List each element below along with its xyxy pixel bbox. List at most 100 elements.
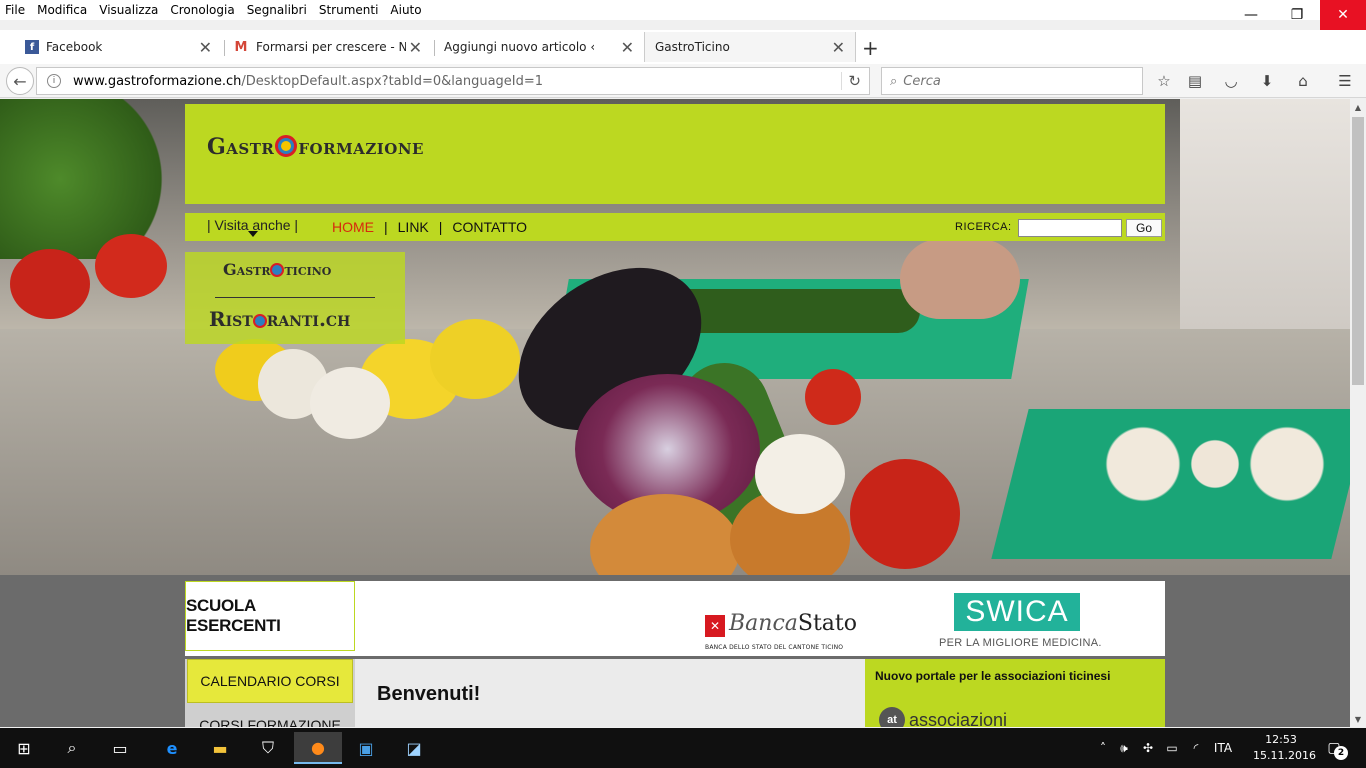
tab-separator [224,40,225,56]
page-scrollbar[interactable]: ▲ ▼ [1350,99,1366,727]
main-menu: HOME | LINK | CONTATTO [332,219,527,235]
tomato-decor [10,249,90,319]
gmail-icon: M [234,39,248,55]
visita-dropdown: Gastr ticino Rist ranti.ch [185,252,405,344]
tomato-decor [850,459,960,569]
new-tab-button[interactable]: + [862,36,879,60]
mushrooms-decor [1095,419,1335,509]
main-content: Benvenuti! [355,659,865,727]
close-icon[interactable]: ✕ [621,38,634,57]
start-windows-icon[interactable]: ⊞ [0,732,48,764]
menu-modifica[interactable]: Modifica [31,0,93,20]
menu-cronologia[interactable]: Cronologia [164,0,240,20]
maximize-button[interactable]: ❐ [1274,0,1320,30]
tray-expand-icon[interactable]: ˄ [1094,741,1112,755]
scroll-thumb[interactable] [1352,117,1364,385]
ristoranti-prefix: Rist [209,307,253,331]
sponsor-row: SCUOLA ESERCENTI ✕ BancaStato BANCA DELL… [185,581,1165,656]
associazioni-mark-icon: at [879,707,905,727]
bancastato-banca: Banca [729,611,798,636]
menu-bar: File Modifica Visualizza Cronologia Segn… [0,0,1366,20]
ristoranti-link[interactable]: Rist ranti.ch [209,307,350,331]
go-button[interactable]: Go [1126,219,1162,237]
bancastato-stato: Stato [797,611,858,636]
close-window-button[interactable]: ✕ [1320,0,1366,30]
menu-strumenti[interactable]: Strumenti [313,0,385,20]
portal-heading[interactable]: Nuovo portale per le associazioni ticine… [875,669,1110,683]
tab-label: Facebook [46,40,103,54]
tab-wordpress[interactable]: Aggiungi nuovo articolo ‹ Etici... ✕ [436,32,644,62]
hamburger-menu-icon[interactable]: ☰ [1336,72,1354,90]
nav-link[interactable]: LINK [398,219,429,235]
search-bar[interactable]: ⌕ [881,67,1143,95]
task-view-icon[interactable]: ▭ [96,732,144,764]
volume-icon[interactable]: 🕪 [1112,741,1136,756]
notification-count-badge: 2 [1334,746,1348,760]
menu-file[interactable]: File [0,0,31,20]
menu-segnalibri[interactable]: Segnalibri [241,0,313,20]
gastroformazione-logo[interactable]: Gastr formazione [207,134,424,160]
tab-gmail[interactable]: M Formarsi per crescere - Ne... ✕ [226,32,432,62]
scuola-esercenti-link[interactable]: SCUOLA ESERCENTI [185,581,355,651]
garlic-decor [755,434,845,514]
gastroticino-link[interactable]: Gastr ticino [223,260,331,279]
close-icon[interactable]: ✕ [199,38,212,57]
corsi-formazione-button[interactable]: CORSI FORMAZIONE [187,707,353,727]
nav-home[interactable]: HOME [332,219,374,235]
dropbox-icon[interactable]: ✣ [1136,741,1160,755]
content-row: CALENDARIO CORSI CORSI FORMAZIONE Benven… [185,659,1165,727]
menu-aiuto[interactable]: Aiuto [384,0,427,20]
swica-logo[interactable]: SWICA PER LA MIGLIORE MEDICINA. [939,589,1102,651]
store-icon[interactable]: ⛉ [244,732,292,764]
nav-separator: | [384,219,388,235]
firefox-icon[interactable]: ● [294,732,342,764]
minimize-button[interactable]: — [1228,0,1274,30]
edge-icon[interactable]: e [148,732,196,764]
wifi-icon[interactable]: ◜ [1184,741,1208,755]
gastroticino-suffix: ticino [284,260,332,279]
welcome-heading: Benvenuti! [377,683,481,705]
globe-icon [252,314,267,328]
tab-label: GastroTicino [655,40,730,54]
lettuce-decor [0,99,180,259]
close-icon[interactable]: ✕ [409,38,422,57]
scroll-down-icon[interactable]: ▼ [1350,711,1366,727]
reading-list-icon[interactable]: ▤ [1186,72,1204,90]
notes-app-icon[interactable]: ◪ [390,732,438,764]
bancastato-flag-icon: ✕ [705,615,725,637]
clock[interactable]: 12:53 15.11.2016 [1253,732,1316,764]
tab-label: Aggiungi nuovo articolo ‹ Etici... [444,40,594,54]
scroll-up-icon[interactable]: ▲ [1350,99,1366,115]
search-icon: ⌕ [890,73,898,89]
back-button[interactable]: ← [6,67,34,95]
url-path: /DesktopDefault.aspx?tabId=0&languageId=… [241,73,544,89]
dropdown-divider [215,297,375,298]
file-explorer-icon[interactable]: ▬ [196,732,244,764]
search-icon[interactable]: ⌕ [48,732,96,764]
bancastato-logo[interactable]: ✕ BancaStato BANCA DELLO STATO DEL CANTO… [705,611,865,653]
associazioni-logo[interactable]: at associazioni [879,707,1007,727]
dropdown-arrow-icon [248,231,258,237]
calendario-corsi-button[interactable]: CALENDARIO CORSI [187,659,353,703]
download-icon[interactable]: ⬇ [1258,72,1276,90]
ricerca-input[interactable] [1018,219,1122,237]
swica-subtitle: PER LA MIGLIORE MEDICINA. [939,637,1102,649]
nav-contatto[interactable]: CONTATTO [452,219,527,235]
url-bar[interactable]: i www.gastroformazione.ch/DesktopDefault… [36,67,870,95]
chef-hand-decor [900,239,1020,319]
battery-icon[interactable]: ▭ [1160,741,1184,755]
language-indicator[interactable]: ITA [1208,741,1238,755]
bookmark-star-icon[interactable]: ☆ [1155,72,1173,90]
tab-facebook[interactable]: f Facebook ✕ [0,32,222,62]
tab-gastroticino[interactable]: GastroTicino ✕ [644,32,856,62]
pocket-icon[interactable]: ◡ [1222,72,1240,90]
reload-icon[interactable]: ↻ [841,72,861,90]
gastroticino-prefix: Gastr [223,260,271,279]
search-input[interactable] [903,73,1124,89]
info-icon[interactable]: i [47,74,61,88]
home-icon[interactable]: ⌂ [1294,72,1312,90]
taskbar: ⊞ ⌕ ▭ e ▬ ⛉ ● ▣ ◪ ˄ 🕪 ✣ ▭ ◜ ITA 12:53 15… [0,728,1366,768]
menu-visualizza[interactable]: Visualizza [93,0,164,20]
outlook-icon[interactable]: ▣ [342,732,390,764]
close-icon[interactable]: ✕ [832,38,845,57]
